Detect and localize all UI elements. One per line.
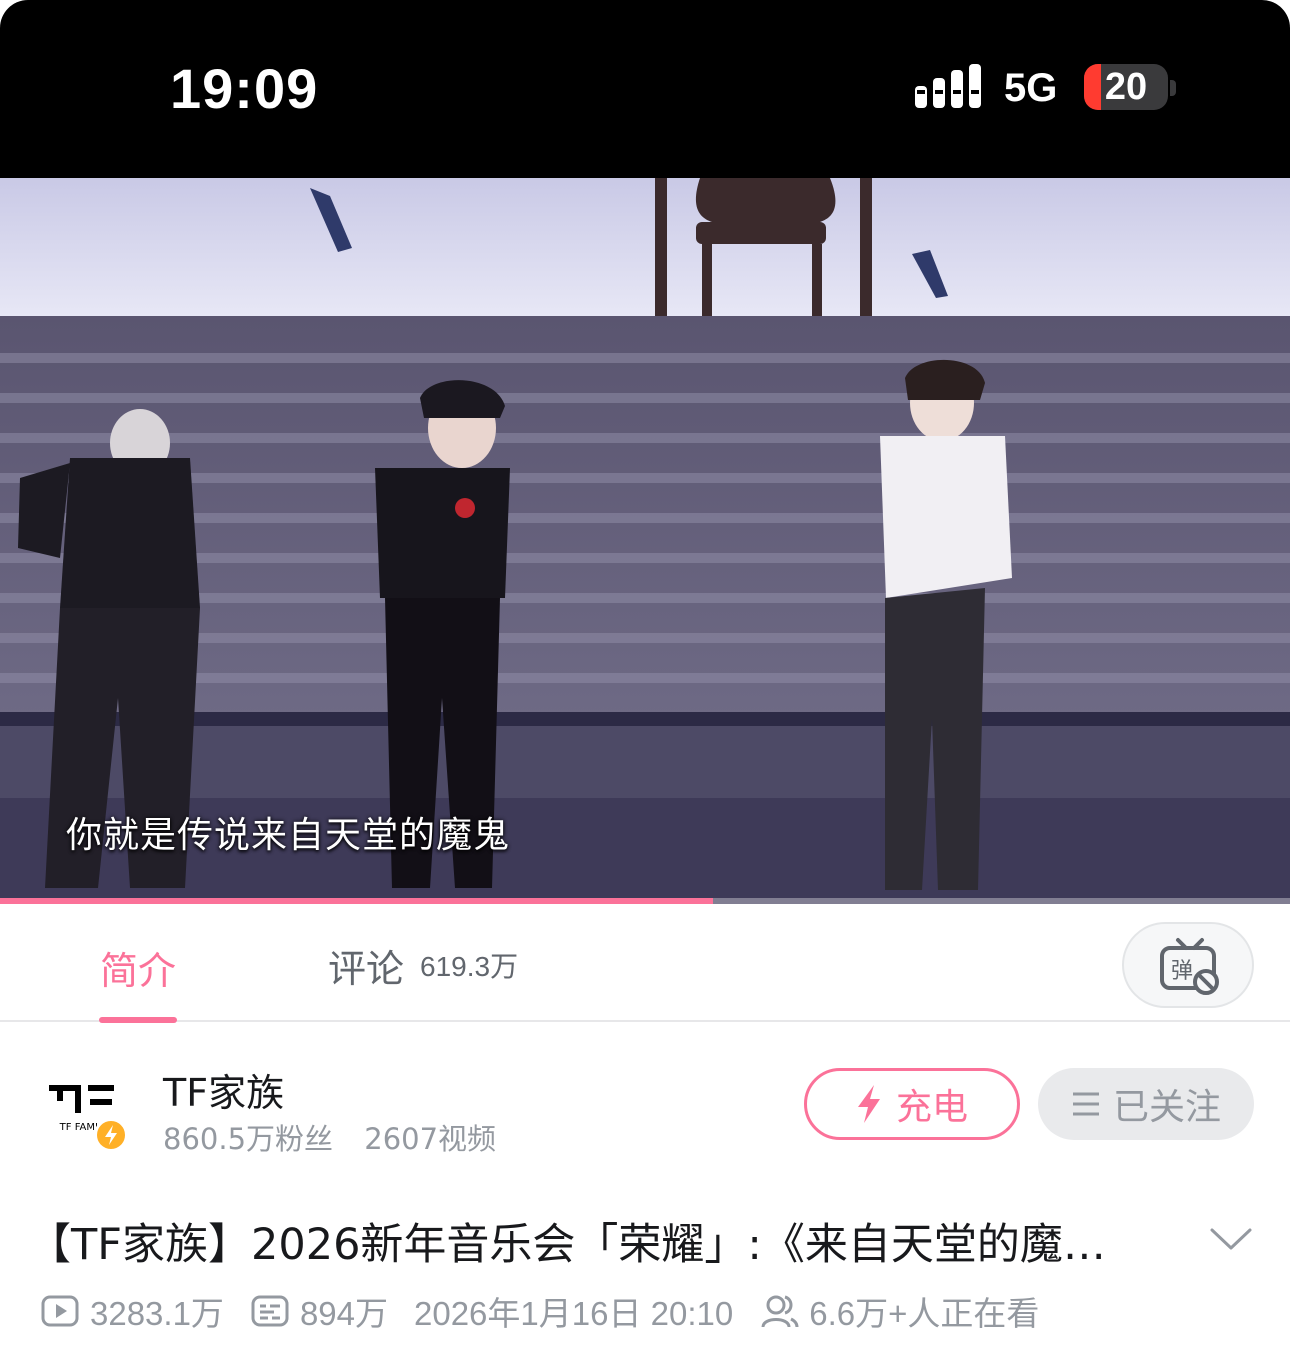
video-title[interactable]: 【TF家族】2026新年音乐会「荣耀」:《来自天堂的魔… <box>28 1210 1148 1272</box>
tab-bar: 简介 评论 619.3万 弹 <box>0 904 1290 1023</box>
watching-now: 6.6万+人正在看 <box>809 1295 1040 1332</box>
video-subtitle: 你就是传说来自天堂的魔鬼 <box>66 815 511 856</box>
tab-comments[interactable]: 评论 619.3万 <box>328 940 519 991</box>
uploader-video-count: 2607视频 <box>364 1122 497 1156</box>
video-meta-row: 3283.1万 894万 2026年1月16日 20:10 6.6万+人正在看 <box>40 1288 1039 1334</box>
danmaku-count-icon <box>251 1295 289 1327</box>
charge-button[interactable]: 充电 <box>804 1068 1020 1140</box>
viewers-icon <box>761 1295 799 1328</box>
uploader-followers: 860.5万粉丝 <box>163 1122 334 1156</box>
tab-comments-count: 619.3万 <box>420 951 519 982</box>
video-frame <box>0 178 1290 904</box>
uploader-stats: 860.5万粉丝 2607视频 <box>163 1116 496 1158</box>
follow-button[interactable]: 已关注 <box>1038 1068 1254 1140</box>
charge-label: 充电 <box>895 1087 968 1128</box>
battery-icon: 20 <box>1084 64 1168 110</box>
verified-badge-icon <box>94 1118 128 1152</box>
signal-bars-icon <box>915 64 981 108</box>
danmaku-toggle-button[interactable]: 弹 <box>1122 922 1254 1008</box>
follow-label: 已关注 <box>1112 1087 1221 1128</box>
tab-active-indicator <box>99 1017 177 1023</box>
network-type: 5G <box>1004 66 1058 110</box>
uploader-name[interactable]: TF家族 <box>163 1062 284 1117</box>
status-bar: 19:09 5G 20 <box>0 0 1290 178</box>
lightning-icon <box>857 1085 880 1123</box>
menu-lines-icon <box>1072 1092 1099 1116</box>
status-time: 19:09 <box>170 57 319 120</box>
battery-cap <box>1170 80 1176 96</box>
view-count: 3283.1万 <box>90 1295 224 1332</box>
uploader-info: TF FAMILY TF家族 860.5万粉丝 2607视频 充电 已关注 <box>0 1024 1290 1184</box>
video-player[interactable]: 你就是传说来自天堂的魔鬼 <box>0 178 1290 904</box>
publish-time: 2026年1月16日 20:10 <box>414 1295 734 1332</box>
tab-comments-label: 评论 <box>328 946 405 991</box>
svg-text:弹: 弹 <box>1171 959 1193 984</box>
tab-intro[interactable]: 简介 <box>100 940 176 995</box>
danmaku-toggle-icon: 弹 <box>1160 938 1219 995</box>
battery-level: 20 <box>1104 66 1148 108</box>
play-count-icon <box>41 1295 79 1327</box>
chevron-down-icon[interactable] <box>1208 1222 1254 1256</box>
danmaku-count: 894万 <box>299 1295 388 1332</box>
